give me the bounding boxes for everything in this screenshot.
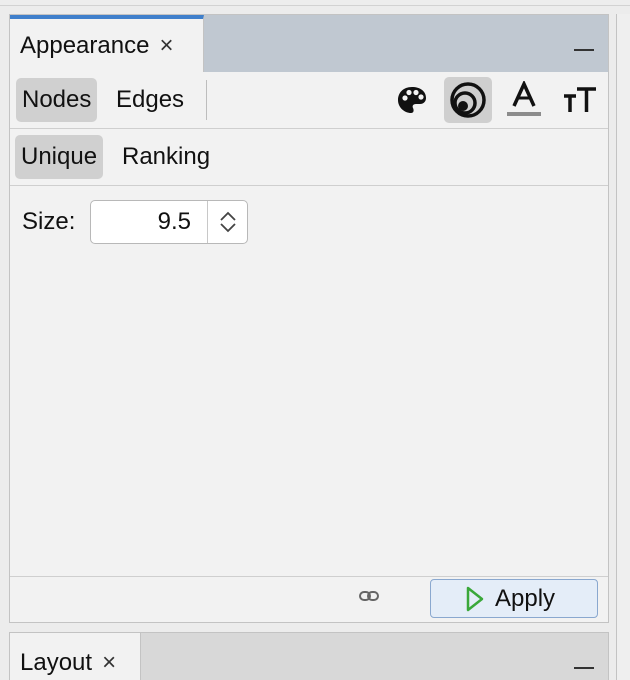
close-icon[interactable]: × <box>159 32 173 60</box>
size-spinner[interactable]: 9.5 <box>90 200 248 244</box>
close-icon[interactable]: × <box>102 649 116 677</box>
size-label: Size: <box>22 208 76 235</box>
appearance-panel: Appearance × Nodes Edges Unique Ranking … <box>9 14 609 623</box>
appearance-tabbar: Appearance × <box>10 15 608 72</box>
tab-appearance[interactable]: Appearance × <box>10 15 204 72</box>
palette-icon <box>398 87 426 113</box>
minimize-icon[interactable] <box>574 49 594 51</box>
label-color-icon <box>507 81 541 116</box>
label-color-attribute-button[interactable] <box>500 77 548 123</box>
color-attribute-button[interactable] <box>388 77 436 123</box>
tab-layout[interactable]: Layout × <box>10 633 141 680</box>
nodes-button[interactable]: Nodes <box>16 78 98 122</box>
link-icon <box>359 591 379 601</box>
link-button[interactable] <box>359 589 379 608</box>
layout-panel: Layout × <box>9 632 609 680</box>
minimize-icon[interactable] <box>574 667 594 669</box>
unique-button[interactable]: Unique <box>15 135 104 179</box>
label-size-attribute-button[interactable] <box>556 77 604 123</box>
mode-toolbar: Nodes Edges <box>10 72 608 129</box>
chevron-up-icon[interactable] <box>219 211 237 221</box>
spinner-arrows[interactable] <box>207 201 247 243</box>
label-size-icon <box>564 87 596 112</box>
panel-footer: Apply <box>10 576 608 622</box>
toolbar-divider <box>206 80 207 120</box>
apply-button[interactable]: Apply <box>430 579 598 618</box>
size-icon <box>450 82 486 118</box>
type-toolbar: Unique Ranking <box>10 129 608 186</box>
edges-button[interactable]: Edges <box>110 78 190 122</box>
apply-label: Apply <box>495 584 556 612</box>
chevron-down-icon[interactable] <box>219 223 237 233</box>
ranking-button[interactable]: Ranking <box>116 135 216 179</box>
tab-layout-label: Layout <box>20 649 93 676</box>
adjacent-panel-edge <box>616 14 630 680</box>
size-attribute-button[interactable] <box>444 77 492 123</box>
top-strip <box>0 0 630 6</box>
tab-appearance-label: Appearance <box>20 31 150 59</box>
size-row: Size: 9.5 <box>22 200 248 244</box>
size-value[interactable]: 9.5 <box>91 201 207 243</box>
play-icon <box>466 586 484 611</box>
